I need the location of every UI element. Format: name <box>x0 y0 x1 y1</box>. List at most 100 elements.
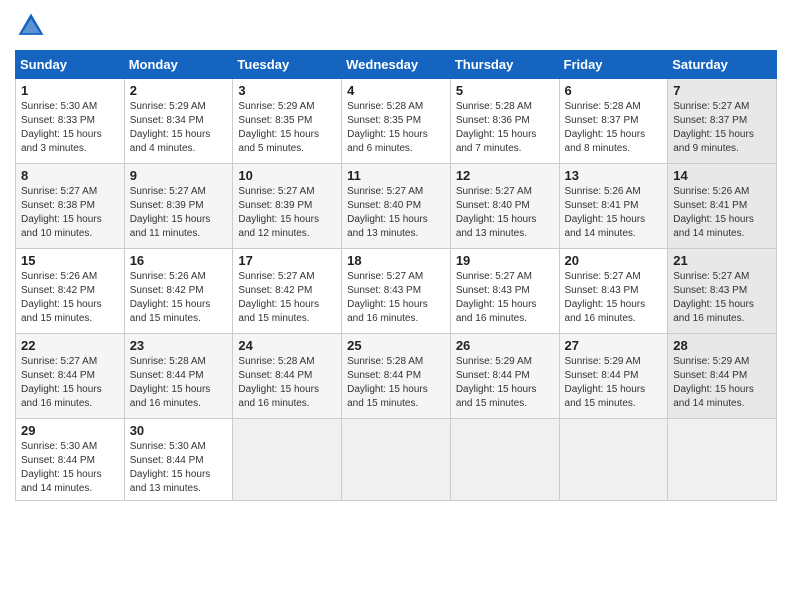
week-row-5: 29 Sunrise: 5:30 AMSunset: 8:44 PMDayligh… <box>16 419 777 501</box>
day-cell <box>668 419 777 501</box>
day-number: 28 <box>673 338 771 353</box>
col-header-thursday: Thursday <box>450 51 559 79</box>
day-cell: 23 Sunrise: 5:28 AMSunset: 8:44 PMDayligh… <box>124 334 233 419</box>
day-number: 5 <box>456 83 554 98</box>
day-cell: 20 Sunrise: 5:27 AMSunset: 8:43 PMDayligh… <box>559 249 668 334</box>
day-info: Sunrise: 5:26 AMSunset: 8:42 PMDaylight:… <box>21 270 119 326</box>
day-cell: 7Sunrise: 5:27 AMSunset: 8:37 PMDaylight… <box>668 79 777 164</box>
day-number: 23 <box>130 338 228 353</box>
day-cell: 13Sunrise: 5:26 AMSunset: 8:41 PMDayligh… <box>559 164 668 249</box>
week-row-2: 8 Sunrise: 5:27 AMSunset: 8:38 PMDaylight… <box>16 164 777 249</box>
day-cell: 17Sunrise: 5:27 AMSunset: 8:42 PMDayligh… <box>233 249 342 334</box>
day-cell: 3 Sunrise: 5:29 AMSunset: 8:35 PMDaylight… <box>233 79 342 164</box>
col-header-sunday: Sunday <box>16 51 125 79</box>
day-info: Sunrise: 5:26 AMSunset: 8:42 PMDaylight:… <box>130 270 228 326</box>
day-number: 1 <box>21 83 119 98</box>
day-info: Sunrise: 5:29 AMSunset: 8:44 PMDaylight:… <box>565 355 663 411</box>
day-cell: 6 Sunrise: 5:28 AMSunset: 8:37 PMDaylight… <box>559 79 668 164</box>
day-cell: 9 Sunrise: 5:27 AMSunset: 8:39 PMDaylight… <box>124 164 233 249</box>
day-cell: 14 Sunrise: 5:26 AMSunset: 8:41 PMDayligh… <box>668 164 777 249</box>
day-cell: 27Sunrise: 5:29 AMSunset: 8:44 PMDayligh… <box>559 334 668 419</box>
day-info: Sunrise: 5:29 AMSunset: 8:34 PMDaylight:… <box>130 100 228 156</box>
day-number: 3 <box>238 83 336 98</box>
day-info: Sunrise: 5:29 AMSunset: 8:35 PMDaylight:… <box>238 100 336 156</box>
day-info: Sunrise: 5:28 AMSunset: 8:35 PMDaylight:… <box>347 100 445 156</box>
day-cell: 8 Sunrise: 5:27 AMSunset: 8:38 PMDaylight… <box>16 164 125 249</box>
header <box>15 10 777 42</box>
day-info: Sunrise: 5:28 AMSunset: 8:44 PMDaylight:… <box>238 355 336 411</box>
day-cell: 15 Sunrise: 5:26 AMSunset: 8:42 PMDayligh… <box>16 249 125 334</box>
day-info: Sunrise: 5:27 AMSunset: 8:39 PMDaylight:… <box>130 185 228 241</box>
day-info: Sunrise: 5:28 AMSunset: 8:36 PMDaylight:… <box>456 100 554 156</box>
logo-icon <box>15 10 47 42</box>
day-cell <box>342 419 451 501</box>
day-info: Sunrise: 5:30 AMSunset: 8:33 PMDaylight:… <box>21 100 119 156</box>
day-number: 17 <box>238 253 336 268</box>
day-cell: 16Sunrise: 5:26 AMSunset: 8:42 PMDayligh… <box>124 249 233 334</box>
page: SundayMondayTuesdayWednesdayThursdayFrid… <box>0 0 792 612</box>
day-number: 21 <box>673 253 771 268</box>
day-cell: 4 Sunrise: 5:28 AMSunset: 8:35 PMDaylight… <box>342 79 451 164</box>
day-number: 8 <box>21 168 119 183</box>
day-cell: 18Sunrise: 5:27 AMSunset: 8:43 PMDayligh… <box>342 249 451 334</box>
day-cell: 11 Sunrise: 5:27 AMSunset: 8:40 PMDayligh… <box>342 164 451 249</box>
day-number: 29 <box>21 423 119 438</box>
day-info: Sunrise: 5:27 AMSunset: 8:39 PMDaylight:… <box>238 185 336 241</box>
day-number: 14 <box>673 168 771 183</box>
day-cell: 25Sunrise: 5:28 AMSunset: 8:44 PMDayligh… <box>342 334 451 419</box>
day-cell: 28 Sunrise: 5:29 AMSunset: 8:44 PMDayligh… <box>668 334 777 419</box>
day-cell: 2 Sunrise: 5:29 AMSunset: 8:34 PMDaylight… <box>124 79 233 164</box>
day-cell: 12 Sunrise: 5:27 AMSunset: 8:40 PMDayligh… <box>450 164 559 249</box>
day-info: Sunrise: 5:28 AMSunset: 8:44 PMDaylight:… <box>130 355 228 411</box>
day-cell <box>559 419 668 501</box>
calendar-body: 1 Sunrise: 5:30 AMSunset: 8:33 PMDaylight… <box>16 79 777 501</box>
day-number: 6 <box>565 83 663 98</box>
col-header-saturday: Saturday <box>668 51 777 79</box>
day-number: 12 <box>456 168 554 183</box>
day-cell <box>233 419 342 501</box>
day-info: Sunrise: 5:27 AMSunset: 8:43 PMDaylight:… <box>565 270 663 326</box>
day-number: 2 <box>130 83 228 98</box>
day-number: 20 <box>565 253 663 268</box>
col-header-wednesday: Wednesday <box>342 51 451 79</box>
col-header-tuesday: Tuesday <box>233 51 342 79</box>
day-number: 26 <box>456 338 554 353</box>
day-number: 11 <box>347 168 445 183</box>
day-info: Sunrise: 5:26 AMSunset: 8:41 PMDaylight:… <box>673 185 771 241</box>
day-info: Sunrise: 5:27 AMSunset: 8:40 PMDaylight:… <box>347 185 445 241</box>
day-number: 19 <box>456 253 554 268</box>
day-cell: 26 Sunrise: 5:29 AMSunset: 8:44 PMDayligh… <box>450 334 559 419</box>
day-info: Sunrise: 5:27 AMSunset: 8:40 PMDaylight:… <box>456 185 554 241</box>
day-cell: 30Sunrise: 5:30 AMSunset: 8:44 PMDayligh… <box>124 419 233 501</box>
logo <box>15 10 51 42</box>
col-header-monday: Monday <box>124 51 233 79</box>
day-info: Sunrise: 5:27 AMSunset: 8:43 PMDaylight:… <box>347 270 445 326</box>
day-number: 24 <box>238 338 336 353</box>
day-info: Sunrise: 5:27 AMSunset: 8:43 PMDaylight:… <box>456 270 554 326</box>
day-info: Sunrise: 5:27 AMSunset: 8:43 PMDaylight:… <box>673 270 771 326</box>
day-info: Sunrise: 5:27 AMSunset: 8:44 PMDaylight:… <box>21 355 119 411</box>
week-row-1: 1 Sunrise: 5:30 AMSunset: 8:33 PMDaylight… <box>16 79 777 164</box>
day-cell: 1 Sunrise: 5:30 AMSunset: 8:33 PMDaylight… <box>16 79 125 164</box>
day-number: 15 <box>21 253 119 268</box>
day-cell <box>450 419 559 501</box>
col-header-friday: Friday <box>559 51 668 79</box>
day-info: Sunrise: 5:30 AMSunset: 8:44 PMDaylight:… <box>130 440 228 496</box>
day-info: Sunrise: 5:30 AMSunset: 8:44 PMDaylight:… <box>21 440 119 496</box>
day-info: Sunrise: 5:29 AMSunset: 8:44 PMDaylight:… <box>673 355 771 411</box>
day-info: Sunrise: 5:27 AMSunset: 8:38 PMDaylight:… <box>21 185 119 241</box>
day-info: Sunrise: 5:29 AMSunset: 8:44 PMDaylight:… <box>456 355 554 411</box>
day-info: Sunrise: 5:28 AMSunset: 8:44 PMDaylight:… <box>347 355 445 411</box>
day-cell: 5 Sunrise: 5:28 AMSunset: 8:36 PMDaylight… <box>450 79 559 164</box>
day-info: Sunrise: 5:28 AMSunset: 8:37 PMDaylight:… <box>565 100 663 156</box>
week-row-4: 22Sunrise: 5:27 AMSunset: 8:44 PMDayligh… <box>16 334 777 419</box>
calendar-table: SundayMondayTuesdayWednesdayThursdayFrid… <box>15 50 777 501</box>
day-cell: 24 Sunrise: 5:28 AMSunset: 8:44 PMDayligh… <box>233 334 342 419</box>
day-number: 10 <box>238 168 336 183</box>
day-cell: 22Sunrise: 5:27 AMSunset: 8:44 PMDayligh… <box>16 334 125 419</box>
day-number: 9 <box>130 168 228 183</box>
week-row-3: 15 Sunrise: 5:26 AMSunset: 8:42 PMDayligh… <box>16 249 777 334</box>
day-number: 13 <box>565 168 663 183</box>
day-info: Sunrise: 5:27 AMSunset: 8:37 PMDaylight:… <box>673 100 771 156</box>
day-number: 4 <box>347 83 445 98</box>
